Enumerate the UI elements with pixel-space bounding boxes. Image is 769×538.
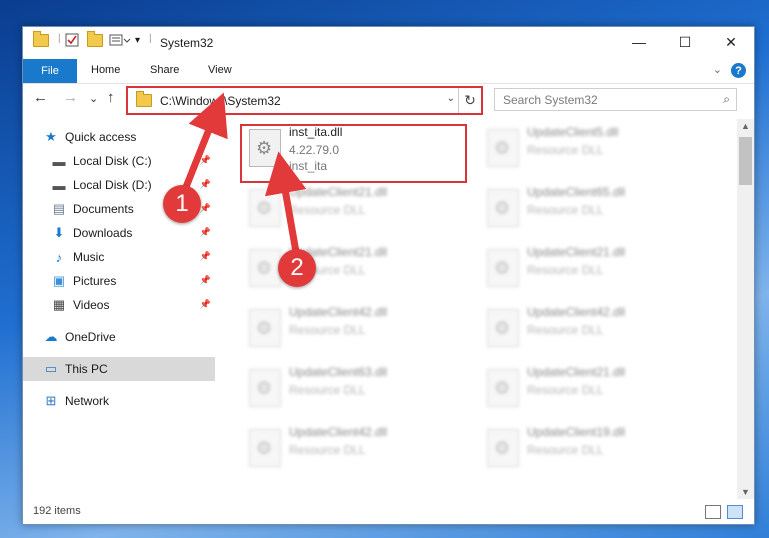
annotation-arrows — [180, 92, 307, 253]
callout-step-1: 1 — [163, 185, 201, 223]
arrow-to-file — [264, 151, 307, 253]
callout-step-2: 2 — [278, 249, 316, 287]
arrow-to-address-bar — [180, 92, 228, 194]
